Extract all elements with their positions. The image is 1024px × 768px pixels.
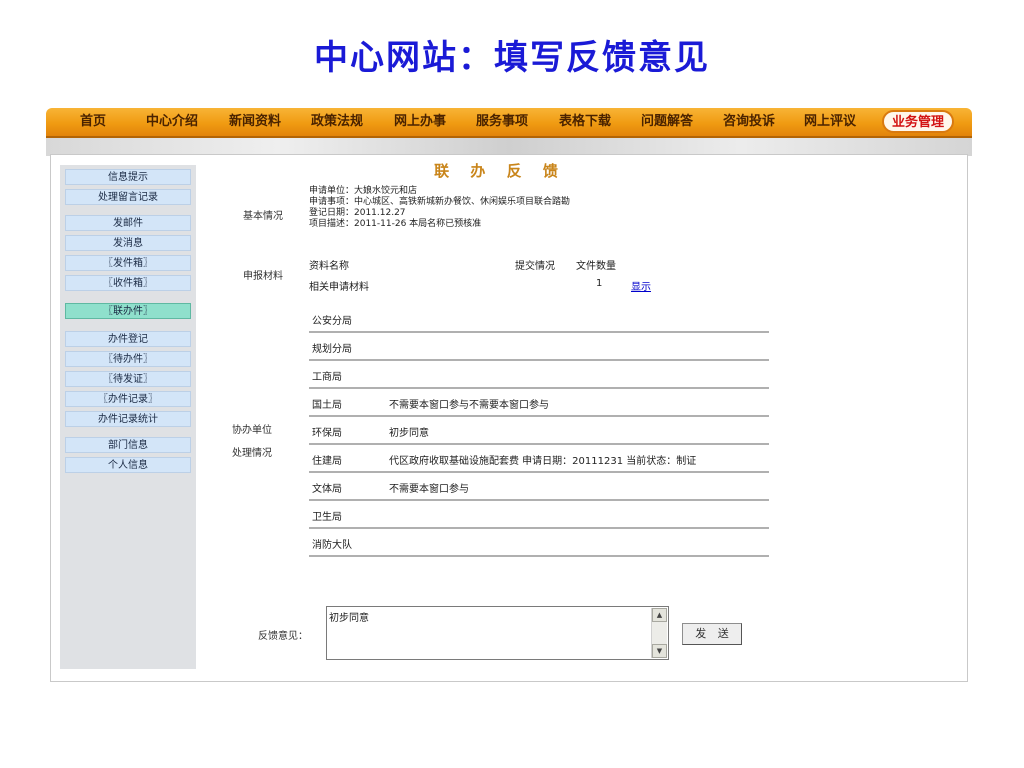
sidebar-item-case-records[interactable]: 〖办件记录〗 (65, 391, 191, 407)
project-description: 项目描述：2011-11-26 本局名称已预核准 (309, 219, 482, 229)
processing-status-label: 处理情况 (232, 448, 272, 459)
sidebar-item-message-records[interactable]: 处理留言记录 (65, 189, 191, 205)
cooperating-units-label: 协办单位 (232, 425, 272, 436)
application-item: 申请事项：中心城区、高铁新城新办餐饮、休闲娱乐项目联合踏勘 (309, 197, 571, 207)
sidebar-item-department-info[interactable]: 部门信息 (65, 437, 191, 453)
agency-row: 国土局 不需要本窗口参与不需要本窗口参与 (309, 389, 769, 417)
nav-online-services[interactable]: 网上办事 (394, 108, 446, 136)
agency-name: 环保局 (312, 428, 342, 439)
agency-note: 不需要本窗口参与不需要本窗口参与 (389, 400, 549, 411)
agency-name: 卫生局 (312, 512, 342, 523)
agency-name: 规划分局 (312, 344, 352, 355)
nav-home[interactable]: 首页 (80, 108, 106, 136)
agency-note: 代区政府收取基础设施配套费 申请日期：20111231 当前状态：制证 (389, 456, 697, 467)
agency-row: 住建局 代区政府收取基础设施配套费 申请日期：20111231 当前状态：制证 (309, 445, 769, 473)
nav-faq[interactable]: 问题解答 (641, 108, 693, 136)
agency-row: 环保局 初步同意 (309, 417, 769, 445)
agency-name: 消防大队 (312, 540, 352, 551)
agency-name: 公安分局 (312, 316, 352, 327)
materials-label: 申报材料 (243, 271, 283, 282)
nav-news[interactable]: 新闻资料 (229, 108, 281, 136)
sidebar-item-pending-certificates[interactable]: 〖待发证〗 (65, 371, 191, 387)
sidebar-item-personal-info[interactable]: 个人信息 (65, 457, 191, 473)
agency-name: 住建局 (312, 456, 342, 467)
nav-online-review[interactable]: 网上评议 (804, 108, 856, 136)
scroll-down-arrow-icon[interactable]: ▼ (652, 644, 667, 658)
section-heading: 联 办 反 馈 (434, 162, 566, 180)
nav-service-items[interactable]: 服务事项 (476, 108, 528, 136)
sidebar-item-case-statistics[interactable]: 办件记录统计 (65, 411, 191, 427)
feedback-input[interactable]: 初步同意 (329, 609, 649, 657)
nav-business-management[interactable]: 业务管理 (882, 110, 955, 133)
sidebar-item-outbox[interactable]: 〖发件箱〗 (65, 255, 191, 271)
agency-note: 不需要本窗口参与 (389, 484, 469, 495)
sidebar-item-info-tips[interactable]: 信息提示 (65, 169, 191, 185)
agency-row: 文体局 不需要本窗口参与 (309, 473, 769, 501)
sidebar-item-inbox[interactable]: 〖收件箱〗 (65, 275, 191, 291)
agency-row: 卫生局 (309, 501, 769, 529)
agency-row: 规划分局 (309, 333, 769, 361)
send-button[interactable]: 发 送 (682, 623, 742, 645)
sidebar: 信息提示 处理留言记录 发邮件 发消息 〖发件箱〗 〖收件箱〗 〖联办件〗 办件… (60, 165, 196, 669)
sidebar-item-send-message[interactable]: 发消息 (65, 235, 191, 251)
basic-info-label: 基本情况 (243, 211, 283, 222)
nav-form-download[interactable]: 表格下载 (559, 108, 611, 136)
nav-consult-complaint[interactable]: 咨询投诉 (723, 108, 775, 136)
agency-note: 初步同意 (389, 428, 429, 439)
applicant-unit: 申请单位：大娘水饺元和店 (309, 186, 418, 196)
feedback-scrollbar[interactable]: ▲ ▼ (651, 608, 667, 658)
sidebar-item-joint-cases[interactable]: 〖联办件〗 (65, 303, 191, 319)
agency-name: 工商局 (312, 372, 342, 383)
nav-policies[interactable]: 政策法规 (311, 108, 363, 136)
materials-col-count: 文件数量 (576, 261, 616, 272)
feedback-label: 反馈意见： (258, 631, 308, 642)
materials-col-name: 资料名称 (309, 261, 349, 272)
materials-row-count: 1 (596, 278, 603, 289)
agency-name: 国土局 (312, 400, 342, 411)
agency-name: 文体局 (312, 484, 342, 495)
materials-show-link[interactable]: 显示 (631, 278, 651, 293)
feedback-box: 初步同意 ▲ ▼ (326, 606, 669, 660)
top-nav-bar: 首页 中心介绍 新闻资料 政策法规 网上办事 服务事项 表格下载 问题解答 咨询… (46, 108, 972, 138)
page-title: 中心网站：填写反馈意见 (314, 38, 710, 78)
nav-center-intro[interactable]: 中心介绍 (146, 108, 198, 136)
sidebar-item-case-register[interactable]: 办件登记 (65, 331, 191, 347)
registration-date: 登记日期：2011.12.27 (309, 208, 406, 218)
materials-row-name: 相关申请材料 (309, 282, 369, 293)
agency-row: 消防大队 (309, 529, 769, 557)
agency-row: 工商局 (309, 361, 769, 389)
sidebar-item-pending-cases[interactable]: 〖待办件〗 (65, 351, 191, 367)
agency-row: 公安分局 (309, 305, 769, 333)
materials-col-status: 提交情况 (515, 261, 555, 272)
scroll-up-arrow-icon[interactable]: ▲ (652, 608, 667, 622)
sidebar-item-send-mail[interactable]: 发邮件 (65, 215, 191, 231)
